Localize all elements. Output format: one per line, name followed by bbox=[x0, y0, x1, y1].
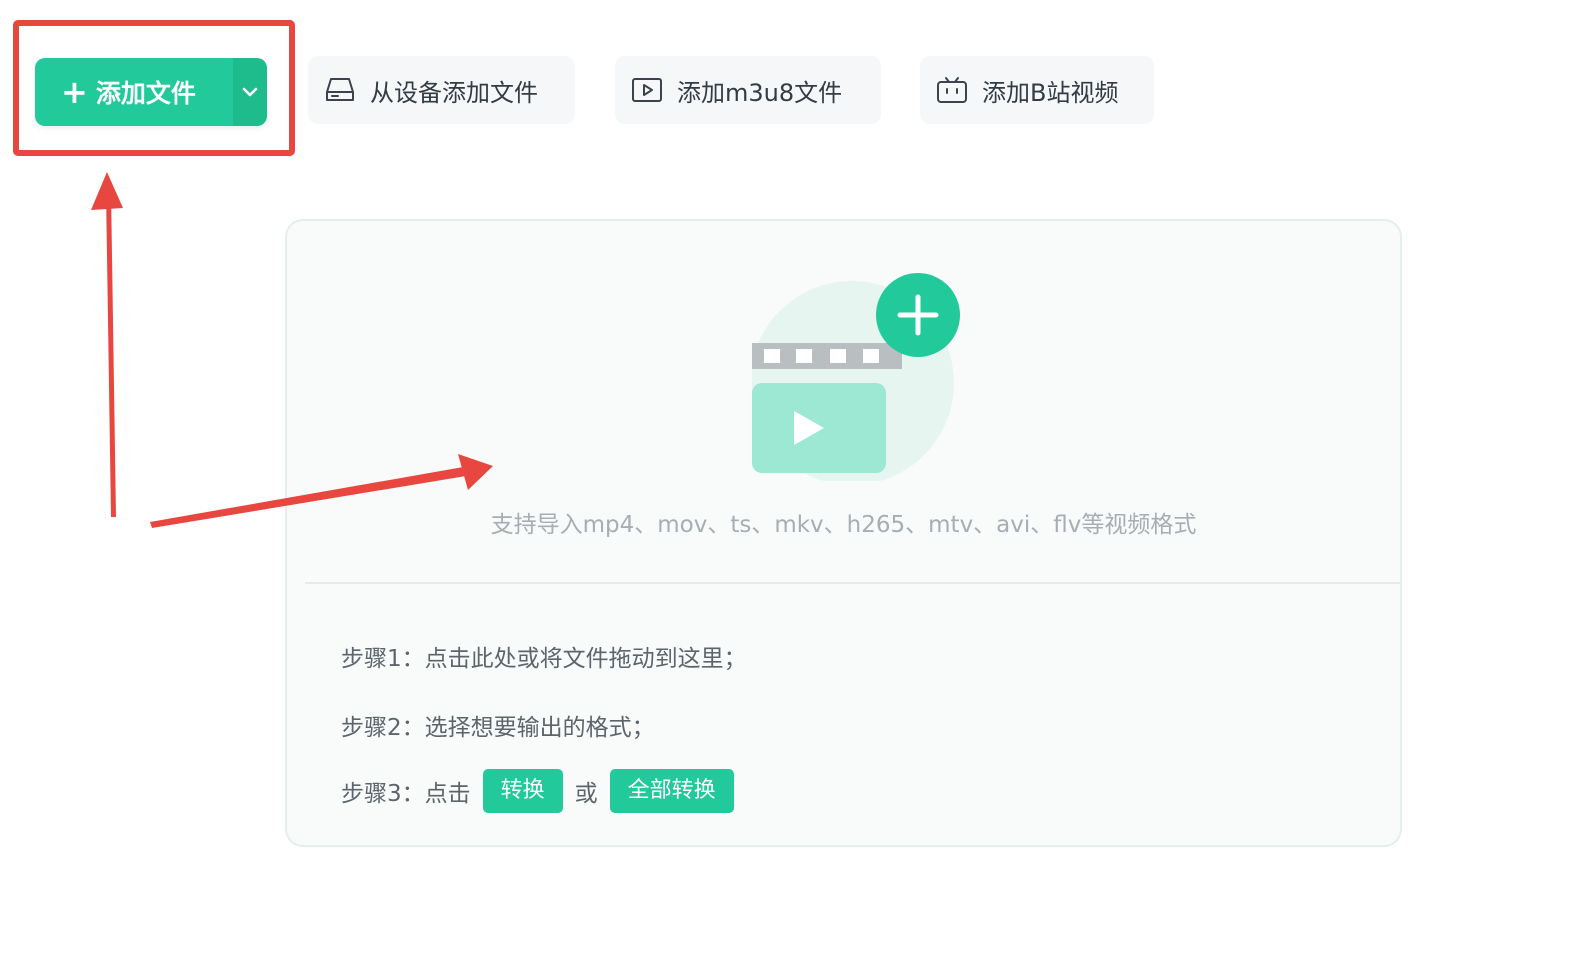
annotation-arrow-up bbox=[91, 172, 123, 517]
step-3-prefix: 步骤3：点击 bbox=[341, 781, 471, 807]
add-from-device-label: 从设备添加文件 bbox=[370, 78, 538, 107]
convert-all-badge: 全部转换 bbox=[609, 769, 734, 813]
play-box-icon bbox=[631, 74, 663, 106]
step-3-or: 或 bbox=[574, 781, 598, 807]
add-from-device-button[interactable]: 从设备添加文件 bbox=[308, 56, 575, 124]
step-3-row: 步骤3：点击 转换 或 全部转换 bbox=[341, 769, 746, 813]
drop-zone-divider bbox=[305, 582, 1400, 584]
bilibili-tv-icon bbox=[936, 74, 968, 106]
app-stage: + 添加文件 从设备添加文件 添加m3u8文件 添加B站视频 支持导入mp4、m… bbox=[0, 0, 1576, 972]
step-2-text: 步骤2：选择想要输出的格式； bbox=[341, 715, 655, 741]
step-1-text: 步骤1：点击此处或将文件拖动到这里； bbox=[341, 646, 747, 672]
file-drop-zone[interactable]: 支持导入mp4、mov、ts、mkv、h265、mtv、avi、flv等视频格式… bbox=[285, 219, 1402, 847]
add-bilibili-label: 添加B站视频 bbox=[982, 78, 1119, 107]
annotation-highlight-box bbox=[13, 20, 295, 156]
add-m3u8-label: 添加m3u8文件 bbox=[677, 78, 843, 107]
convert-badge: 转换 bbox=[482, 769, 563, 813]
hard-drive-icon bbox=[324, 74, 356, 106]
supported-formats-text: 支持导入mp4、mov、ts、mkv、h265、mtv、avi、flv等视频格式 bbox=[490, 512, 1197, 538]
video-import-illustration bbox=[752, 273, 960, 481]
add-m3u8-button[interactable]: 添加m3u8文件 bbox=[615, 56, 881, 124]
add-bilibili-button[interactable]: 添加B站视频 bbox=[920, 56, 1154, 124]
